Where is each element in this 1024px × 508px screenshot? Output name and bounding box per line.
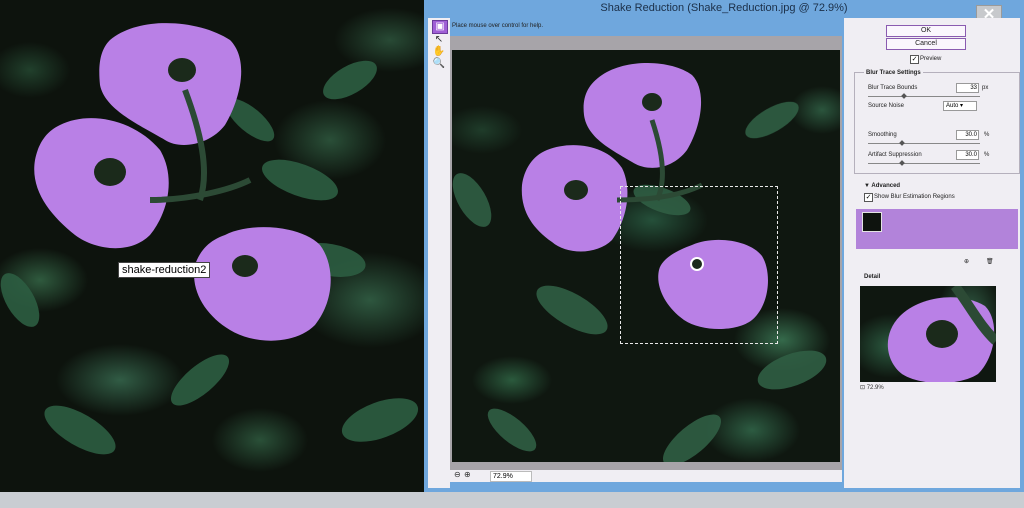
preview-label: Preview bbox=[920, 56, 942, 62]
blur-region-thumbnail[interactable] bbox=[862, 212, 882, 232]
advanced-label: Advanced bbox=[871, 183, 901, 189]
detail-toolbar: ⊡ 72.9% bbox=[860, 384, 884, 391]
artifact-suppression-slider-track[interactable] bbox=[868, 163, 980, 164]
detail-image bbox=[887, 286, 996, 382]
chevron-down-icon: ▾ bbox=[960, 103, 964, 109]
preview-checkbox[interactable]: ✓ bbox=[910, 55, 919, 64]
blur-estimation-region[interactable] bbox=[620, 186, 778, 344]
loupe-icon[interactable]: ⊡ bbox=[860, 385, 865, 391]
help-text: Place mouse over control for help. bbox=[452, 23, 544, 29]
zoom-in-icon[interactable]: ⊕ bbox=[464, 470, 471, 479]
tool-column: ▣ ↖ ✋ 🔍 bbox=[428, 18, 450, 488]
source-noise-label: Source Noise bbox=[868, 103, 905, 109]
zoom-out-icon[interactable]: ⊖ bbox=[454, 470, 461, 479]
detail-loupe[interactable] bbox=[860, 286, 996, 382]
blur-trace-bounds-unit: px bbox=[982, 85, 989, 91]
smoothing-field[interactable]: 30.0 bbox=[956, 130, 979, 140]
smoothing-unit: % bbox=[984, 132, 990, 138]
detail-title: Detail bbox=[864, 274, 881, 280]
blur-trace-bounds-label: Blur Trace Bounds bbox=[868, 85, 918, 91]
background-photo bbox=[0, 0, 424, 492]
blur-estimation-tool-icon[interactable]: ▣ bbox=[432, 20, 448, 34]
taskbar-strip bbox=[0, 492, 1024, 508]
detail-zoom-value[interactable]: 72.9% bbox=[867, 385, 884, 391]
advanced-section-title[interactable]: ▼ Advanced bbox=[864, 183, 900, 189]
artifact-suppression-unit: % bbox=[984, 152, 990, 158]
artifact-suppression-field[interactable]: 30.0 bbox=[956, 150, 979, 160]
tooltip-label: shake-reduction2 bbox=[118, 262, 211, 278]
smoothing-slider-track[interactable] bbox=[868, 143, 980, 144]
shake-reduction-dialog: Shake Reduction (Shake_Reduction.jpg @ 7… bbox=[424, 0, 1024, 492]
source-noise-select[interactable]: Auto ▾ bbox=[943, 101, 977, 111]
trash-icon[interactable]: 🗑 bbox=[986, 258, 994, 265]
zoom-level-select[interactable]: 72.9% bbox=[490, 471, 532, 482]
add-region-icon[interactable]: ⊕ bbox=[964, 258, 969, 265]
advanced-tool-icon[interactable]: ↖ bbox=[432, 34, 446, 46]
source-noise-value: Auto bbox=[946, 103, 959, 109]
artifact-suppression-label: Artifact Suppression bbox=[868, 152, 922, 158]
title-bar[interactable]: Shake Reduction (Shake_Reduction.jpg @ 7… bbox=[424, 0, 1024, 18]
hand-tool-icon[interactable]: ✋ bbox=[432, 46, 446, 58]
blur-trace-bounds-slider-track[interactable] bbox=[868, 96, 980, 97]
preview-zoom-bar: ⊖ ⊕ 72.9% bbox=[450, 470, 842, 482]
preview-canvas[interactable] bbox=[452, 50, 840, 462]
blur-trace-bounds-field[interactable]: 33 bbox=[956, 83, 979, 93]
preview-frame bbox=[450, 36, 842, 476]
window-title: Shake Reduction (Shake_Reduction.jpg @ 7… bbox=[600, 2, 848, 14]
flower-photo bbox=[0, 23, 419, 455]
cancel-button[interactable]: Cancel bbox=[886, 38, 966, 50]
show-regions-label: Show Blur Estimation Regions bbox=[874, 194, 955, 200]
ok-button[interactable]: OK bbox=[886, 25, 966, 37]
show-regions-checkbox[interactable]: ✓ bbox=[864, 193, 873, 202]
blur-trace-settings-title: Blur Trace Settings bbox=[864, 70, 923, 76]
smoothing-label: Smoothing bbox=[868, 132, 897, 138]
zoom-tool-icon[interactable]: 🔍 bbox=[432, 58, 446, 70]
